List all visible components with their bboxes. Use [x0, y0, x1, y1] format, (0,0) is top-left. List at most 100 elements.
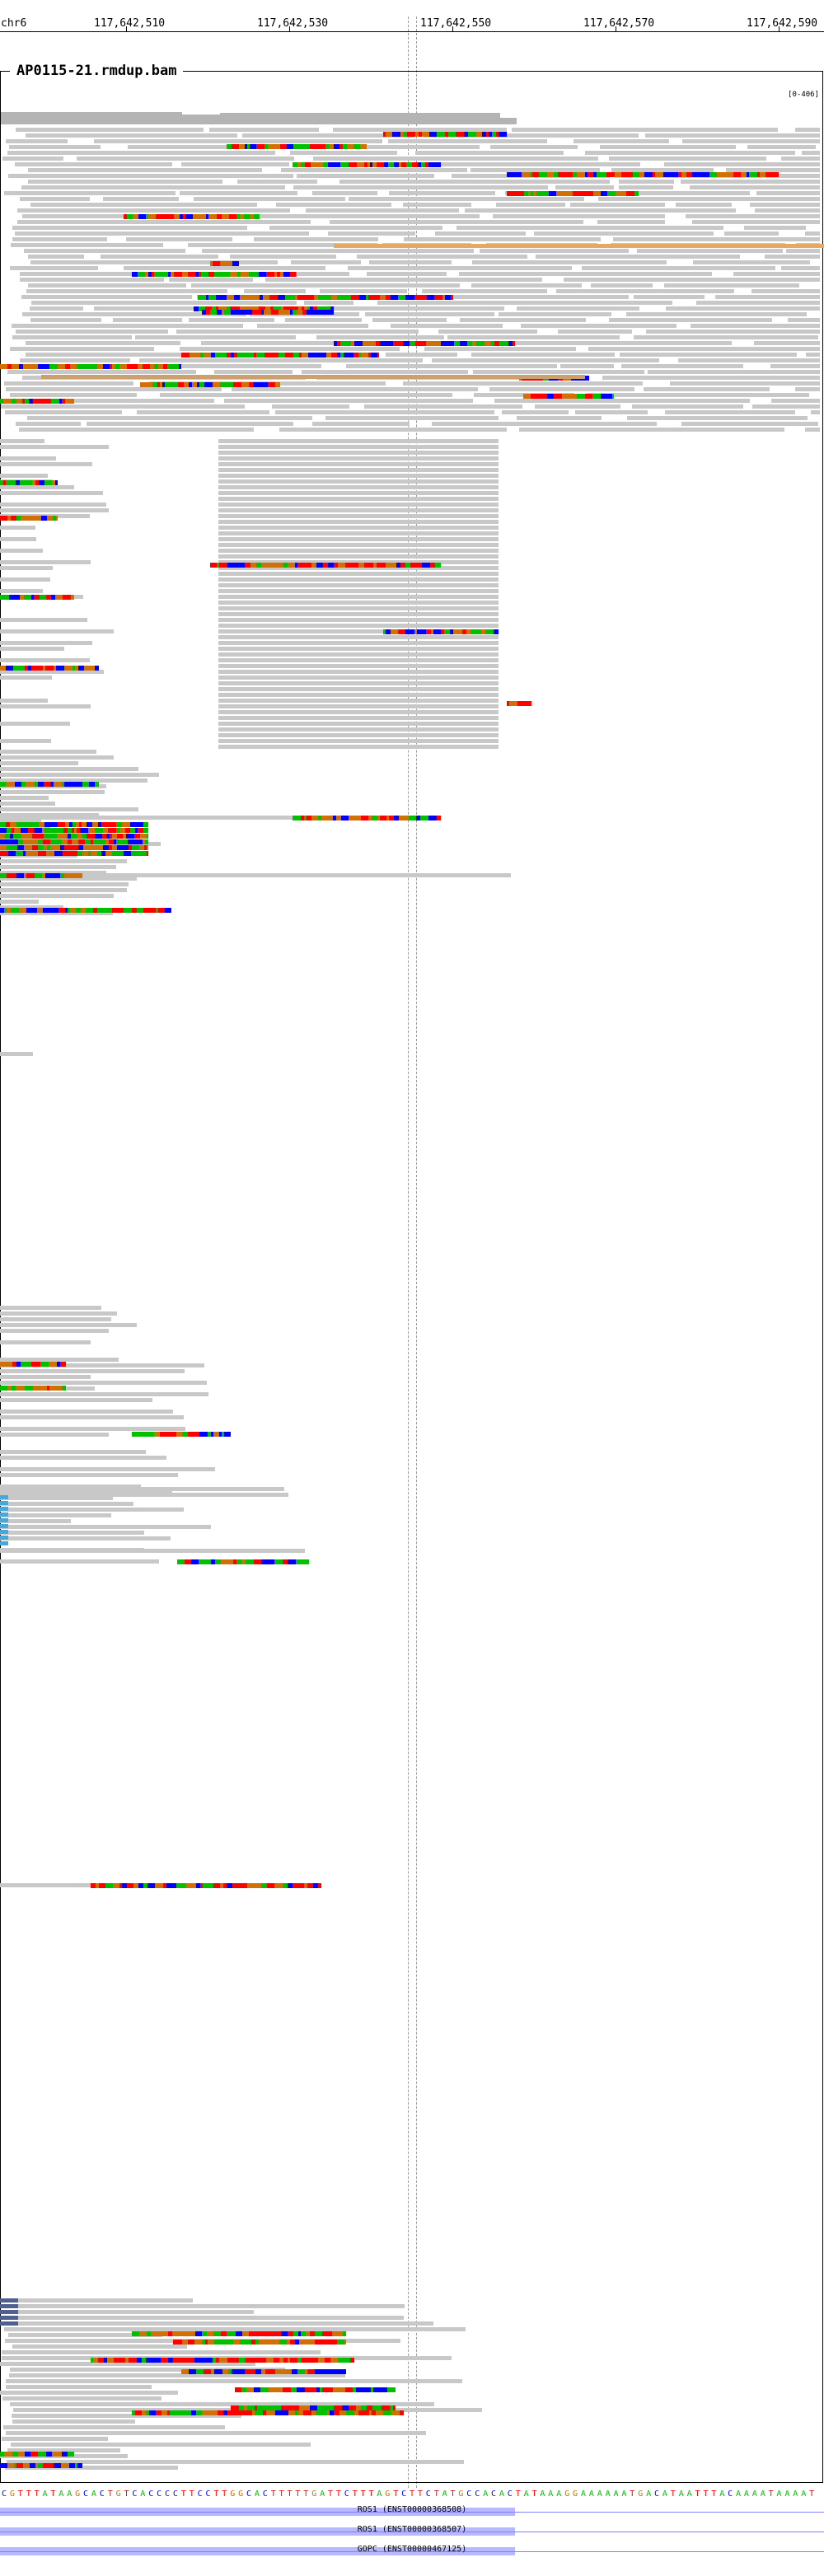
- mismatch-bases[interactable]: [364, 562, 371, 568]
- mismatch-bases[interactable]: [185, 1559, 191, 1564]
- aligned-read[interactable]: [0, 2316, 18, 2320]
- aligned-read[interactable]: [751, 289, 820, 293]
- mismatch-bases[interactable]: [290, 271, 296, 277]
- aligned-read[interactable]: [811, 410, 820, 414]
- aligned-read[interactable]: [5, 2304, 405, 2308]
- mismatch-bases[interactable]: [266, 2357, 274, 2363]
- mismatch-bases[interactable]: [117, 844, 124, 850]
- mismatch-bases[interactable]: [182, 2339, 188, 2345]
- mismatch-bases[interactable]: [15, 781, 21, 787]
- aligned-read[interactable]: [613, 237, 820, 241]
- aligned-read[interactable]: [218, 676, 499, 680]
- mismatch-bases[interactable]: [246, 352, 254, 358]
- mismatch-bases[interactable]: [40, 1385, 47, 1391]
- aligned-read[interactable]: [16, 128, 204, 132]
- aligned-read[interactable]: [0, 1541, 8, 1545]
- mismatch-bases[interactable]: [293, 815, 301, 820]
- mismatch-bases[interactable]: [222, 271, 230, 277]
- aligned-read[interactable]: [218, 727, 499, 732]
- aligned-read[interactable]: [218, 583, 499, 587]
- mismatch-bases[interactable]: [592, 393, 601, 399]
- mismatch-bases[interactable]: [575, 190, 583, 196]
- mismatch-bases[interactable]: [102, 907, 109, 913]
- mismatch-bases[interactable]: [203, 1882, 208, 1888]
- mismatch-bases[interactable]: [156, 213, 163, 219]
- aligned-read[interactable]: [0, 755, 114, 760]
- mismatch-bases[interactable]: [0, 781, 6, 787]
- mismatch-bases[interactable]: [354, 815, 361, 820]
- mismatch-bases[interactable]: [191, 1559, 199, 1564]
- aligned-read[interactable]: [28, 180, 222, 184]
- mismatch-bases[interactable]: [11, 515, 16, 521]
- mismatch-bases[interactable]: [170, 1431, 176, 1437]
- aligned-read[interactable]: [218, 474, 499, 478]
- aligned-read[interactable]: [330, 220, 583, 224]
- mismatch-bases[interactable]: [179, 363, 181, 369]
- aligned-read[interactable]: [218, 635, 499, 639]
- mismatch-bases[interactable]: [44, 479, 52, 485]
- aligned-read[interactable]: [644, 387, 770, 391]
- aligned-read[interactable]: [556, 289, 734, 293]
- aligned-read[interactable]: [0, 1052, 33, 1056]
- mismatch-bases[interactable]: [207, 2331, 213, 2336]
- aligned-read[interactable]: [218, 485, 499, 489]
- aligned-read[interactable]: [275, 410, 494, 414]
- mismatch-bases[interactable]: [230, 271, 237, 277]
- mismatch-bases[interactable]: [263, 2339, 269, 2345]
- aligned-read[interactable]: [0, 1398, 152, 1402]
- mismatch-bases[interactable]: [306, 1559, 309, 1564]
- mismatch-bases[interactable]: [692, 171, 700, 177]
- mismatch-bases[interactable]: [427, 294, 434, 300]
- gene-track-ros1-507[interactable]: ROS1 (ENST00000368507): [0, 2525, 824, 2537]
- mismatch-bases[interactable]: [72, 839, 78, 844]
- mismatch-bases[interactable]: [62, 1385, 66, 1391]
- aligned-read[interactable]: [0, 1525, 211, 1529]
- aligned-read[interactable]: [0, 1502, 133, 1506]
- mismatch-bases[interactable]: [134, 833, 140, 839]
- mismatch-bases[interactable]: [297, 2368, 305, 2374]
- mismatch-bases[interactable]: [264, 309, 271, 315]
- mismatch-bases[interactable]: [279, 352, 285, 358]
- aligned-read[interactable]: [0, 722, 70, 726]
- chromosome-label[interactable]: chr6: [1, 17, 26, 30]
- mismatch-bases[interactable]: [99, 839, 105, 844]
- aligned-read[interactable]: [415, 151, 564, 155]
- mismatch-bases[interactable]: [63, 594, 71, 600]
- mismatch-bases[interactable]: [260, 2387, 269, 2392]
- aligned-read[interactable]: [460, 318, 586, 322]
- mismatch-bases[interactable]: [499, 131, 507, 137]
- aligned-read[interactable]: [218, 439, 499, 443]
- mismatch-bases[interactable]: [88, 827, 95, 833]
- mismatch-bases[interactable]: [358, 562, 364, 568]
- mismatch-bases[interactable]: [297, 2387, 305, 2392]
- aligned-read[interactable]: [0, 1530, 8, 1534]
- aligned-read[interactable]: [471, 353, 615, 357]
- aligned-read[interactable]: [218, 462, 499, 466]
- mismatch-bases[interactable]: [276, 562, 283, 568]
- aligned-read[interactable]: [218, 456, 499, 461]
- mismatch-bases[interactable]: [242, 2331, 249, 2336]
- aligned-read[interactable]: [2, 2437, 108, 2441]
- mismatch-bases[interactable]: [14, 827, 21, 833]
- aligned-read[interactable]: [6, 2385, 152, 2389]
- mismatch-bases[interactable]: [338, 562, 345, 568]
- mismatch-bases[interactable]: [593, 190, 601, 196]
- mismatch-bases[interactable]: [725, 171, 733, 177]
- aligned-read[interactable]: [101, 255, 218, 259]
- aligned-read[interactable]: [218, 445, 499, 449]
- mismatch-bases[interactable]: [90, 363, 97, 369]
- mismatch-bases[interactable]: [293, 143, 302, 149]
- mismatch-bases[interactable]: [208, 2339, 214, 2345]
- mismatch-bases[interactable]: [749, 171, 757, 177]
- mismatch-bases[interactable]: [71, 833, 77, 839]
- aligned-read[interactable]: [218, 508, 499, 512]
- mismatch-bases[interactable]: [21, 515, 26, 521]
- mismatch-bases[interactable]: [570, 393, 577, 399]
- mismatch-bases[interactable]: [607, 190, 616, 196]
- mismatch-bases[interactable]: [561, 171, 569, 177]
- aligned-read[interactable]: [806, 353, 820, 357]
- mismatch-bases[interactable]: [39, 479, 44, 485]
- aligned-read[interactable]: [334, 244, 824, 248]
- aligned-read[interactable]: [12, 237, 107, 241]
- aligned-read[interactable]: [365, 312, 494, 316]
